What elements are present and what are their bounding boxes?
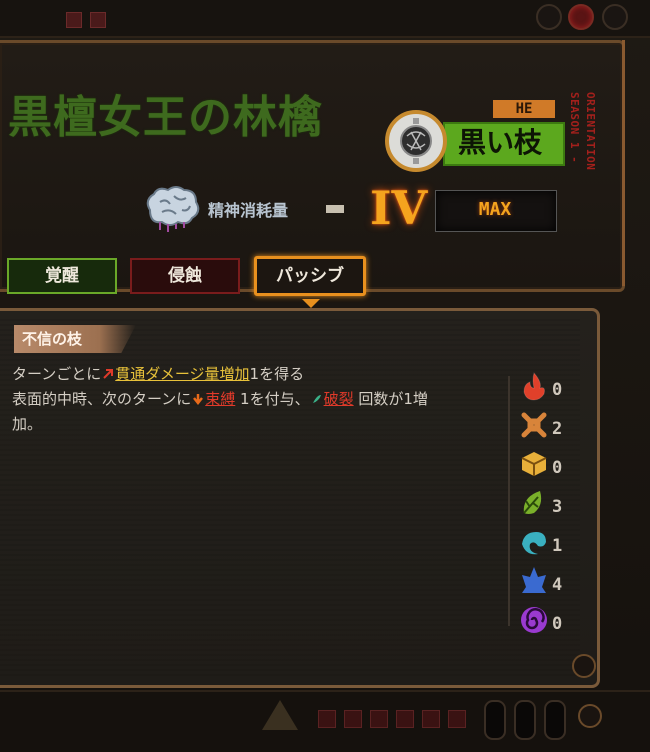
indicator-light	[90, 12, 106, 28]
season-line-1: SEASON 1 -	[568, 92, 581, 164]
resource-count: 4	[552, 575, 563, 595]
warning-icon	[262, 700, 298, 730]
resource-gloom: 1	[518, 526, 568, 560]
dial-knob	[536, 4, 562, 30]
corner-bolt-icon	[578, 704, 602, 728]
max-button[interactable]: MAX	[435, 190, 555, 230]
panel-button	[318, 710, 336, 728]
season-line-2: ORIENTATION	[584, 92, 597, 171]
description-line: 加。	[12, 415, 43, 433]
crystal-icon	[522, 567, 546, 593]
pierce-damage-icon	[103, 369, 114, 379]
panel-button	[344, 710, 362, 728]
resource-count: 0	[552, 380, 563, 400]
corner-bolt-icon	[572, 654, 596, 678]
bolt-icon	[544, 700, 566, 740]
block-icon	[521, 452, 547, 476]
bolt-icon	[514, 700, 536, 740]
description-line: ターンごとに 貫通ダメージ量増加1を得る	[12, 365, 305, 383]
ego-title: 黒檀女王の林檎	[8, 92, 323, 143]
resource-count: 3	[552, 497, 563, 517]
rupture-icon	[312, 395, 321, 403]
keyword-rupture[interactable]: 破裂	[324, 390, 354, 408]
resource-count: 0	[552, 614, 563, 634]
red-dial-knob	[568, 4, 594, 30]
description-line: 表面的中時、次のターンに 束縛 1を付与、 破裂 回数が1増	[12, 390, 428, 408]
panel-button	[370, 710, 388, 728]
indicator-light	[66, 12, 82, 28]
panel-button	[448, 710, 466, 728]
keyword-pierce-damage-up[interactable]: 貫通ダメージ量増加	[115, 365, 249, 383]
tab-passive[interactable]: パッシブ	[254, 256, 366, 296]
risk-level-badge: HE	[493, 100, 555, 118]
tab-awakening[interactable]: 覚醒	[7, 258, 117, 294]
resource-sloth: 0	[518, 448, 568, 482]
resource-count: 0	[552, 458, 563, 478]
wave-icon	[522, 532, 546, 555]
leaf-icon	[523, 491, 542, 514]
resource-gluttony: 3	[518, 487, 568, 521]
keyword-bind[interactable]: 束縛	[205, 390, 235, 408]
active-tab-caret-icon	[302, 299, 320, 308]
header-panel	[0, 40, 625, 292]
sanity-cost-level: IV	[370, 181, 428, 235]
resource-divider	[508, 376, 510, 626]
resource-count: 2	[552, 419, 563, 439]
chain-icon	[521, 412, 547, 438]
dial-knob	[602, 4, 628, 30]
ego-name: 黒い枝	[458, 126, 543, 159]
resource-wrath: 0	[518, 370, 568, 404]
resource-lust: 2	[518, 409, 568, 443]
ego-emblem-icon	[385, 110, 447, 172]
bind-arrow-icon	[193, 394, 204, 405]
passive-name: 不信の枝	[22, 330, 83, 348]
flame-icon	[523, 371, 545, 401]
resource-pride: 4	[518, 565, 568, 599]
resource-count: 1	[552, 536, 563, 556]
top-bar	[0, 0, 650, 38]
passive-description: ターンごとに 貫通ダメージ量増加1を得る 表面的中時、次のターンに 束縛 1を付与、…	[12, 362, 502, 442]
dash-divider	[326, 205, 344, 213]
brain-icon	[140, 182, 202, 234]
panel-button	[422, 710, 440, 728]
sanity-cost-label: 精神消耗量	[208, 201, 289, 220]
tab-corrosion[interactable]: 侵蝕	[130, 258, 240, 294]
resource-envy: 0	[518, 604, 568, 638]
spiral-icon	[521, 607, 547, 633]
season-label: SEASON 1 - ORIENTATION	[568, 92, 608, 182]
panel-button	[396, 710, 414, 728]
bolt-icon	[484, 700, 506, 740]
